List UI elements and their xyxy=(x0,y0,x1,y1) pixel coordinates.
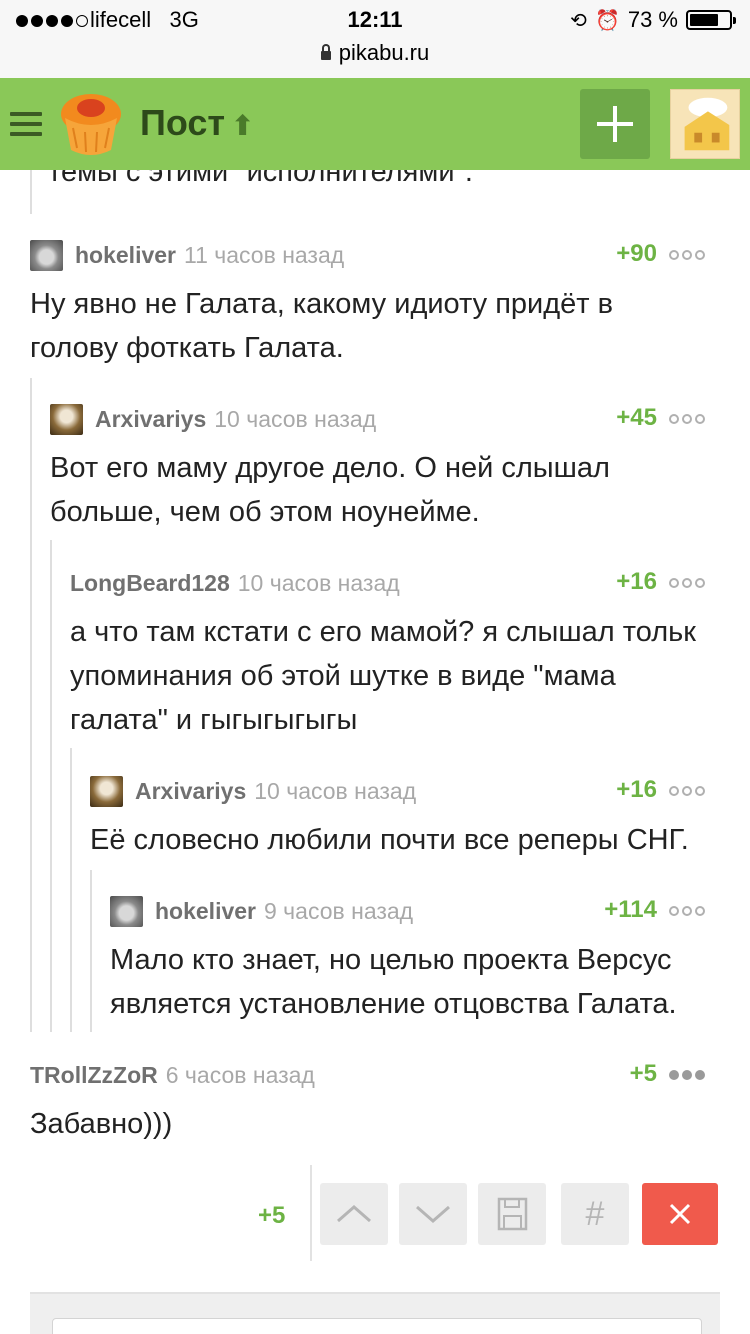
comments-section: темы с этими "исполнителями". hokeliver … xyxy=(0,156,750,1334)
more-options-icon[interactable] xyxy=(669,250,705,260)
comment-text: Вот его маму другое дело. О ней слышал б… xyxy=(50,452,610,528)
upvote-button[interactable] xyxy=(320,1183,388,1245)
comment: hokeliver 9 часов назад +114 Мало кто зн… xyxy=(110,895,705,1026)
url-text: pikabu.ru xyxy=(338,40,430,65)
comment-time: 10 часов назад xyxy=(254,777,417,804)
alarm-icon: ⏰ xyxy=(594,9,620,32)
user-avatar[interactable] xyxy=(670,89,740,159)
comment-author[interactable]: LongBeard128 xyxy=(70,570,230,597)
comment-author[interactable]: hokeliver xyxy=(75,242,176,269)
more-options-icon[interactable] xyxy=(669,1070,705,1080)
hamburger-icon[interactable] xyxy=(10,112,42,136)
thread-line xyxy=(90,870,92,1032)
comment-score: +16 xyxy=(616,776,657,803)
chevron-up-icon xyxy=(337,1205,371,1223)
comment-score: +45 xyxy=(616,404,657,431)
battery-icon xyxy=(686,10,736,30)
address-bar[interactable]: pikabu.ru xyxy=(0,40,750,66)
comment: Arxivariys 10 часов назад +16 Её словесн… xyxy=(90,775,705,862)
comment-score: +114 xyxy=(604,896,657,923)
comment-time: 10 часов назад xyxy=(214,405,377,432)
close-button[interactable] xyxy=(642,1183,718,1245)
comment-text: Её словесно любили почти все реперы СНГ. xyxy=(90,824,689,856)
comment-author[interactable]: Arxivariys xyxy=(95,406,206,433)
top-nav: Пост ⬆ xyxy=(0,78,750,170)
chevron-down-icon xyxy=(416,1205,450,1223)
avatar[interactable] xyxy=(30,239,63,271)
comment-author[interactable]: Arxivariys xyxy=(135,778,246,805)
comment-time: 11 часов назад xyxy=(184,241,345,268)
comment-author[interactable]: TRollZzZoR xyxy=(30,1062,158,1089)
comment-text: Мало кто знает, но целью проекта Версус … xyxy=(110,944,677,1020)
thread-line xyxy=(30,170,32,214)
post-rating: +5 xyxy=(258,1202,286,1229)
comment-score: +90 xyxy=(616,240,657,267)
pikabu-logo[interactable] xyxy=(55,88,125,160)
comment-score: +16 xyxy=(616,568,657,595)
comment-text: Забавно))) xyxy=(30,1108,173,1140)
reply-area xyxy=(30,1292,720,1334)
more-options-icon[interactable] xyxy=(669,786,705,796)
more-options-icon[interactable] xyxy=(669,578,705,588)
arrow-up-icon: ⬆ xyxy=(231,110,255,141)
close-icon xyxy=(669,1203,691,1225)
comment: Arxivariys 10 часов назад +45 Вот его ма… xyxy=(50,403,705,534)
floppy-disk-icon xyxy=(497,1197,528,1231)
more-options-icon[interactable] xyxy=(669,414,705,424)
downvote-button[interactable] xyxy=(399,1183,467,1245)
page-title: Пост ⬆ xyxy=(140,102,255,143)
comment-time: 6 часов назад xyxy=(165,1061,315,1088)
comment-score: +5 xyxy=(629,1060,657,1087)
divider xyxy=(310,1165,312,1261)
status-bar: lifecell 3G 12:11 ⟲ ⏰ 73 % pikabu.ru xyxy=(0,0,750,78)
comment-time: 9 часов назад xyxy=(264,897,414,924)
add-post-button[interactable] xyxy=(580,89,650,159)
comment-text: а что там кстати с его мамой? я слышал т… xyxy=(70,616,696,736)
comment: LongBeard128 10 часов назад +16 а что та… xyxy=(70,568,705,742)
save-button[interactable] xyxy=(478,1183,546,1245)
comment: hokeliver 11 часов назад +90 Ну явно не … xyxy=(30,239,705,370)
comment-text: Ну явно не Галата, какому идиоту придёт … xyxy=(30,288,614,364)
more-options-icon[interactable] xyxy=(669,906,705,916)
avatar[interactable] xyxy=(90,775,123,807)
hash-icon: # xyxy=(585,1195,605,1233)
avatar[interactable] xyxy=(110,895,143,927)
avatar[interactable] xyxy=(50,403,83,435)
comment-input[interactable] xyxy=(52,1318,702,1334)
rotation-lock-icon: ⟲ xyxy=(570,9,587,32)
comment-author[interactable]: hokeliver xyxy=(155,898,256,925)
hash-button[interactable]: # xyxy=(561,1183,629,1245)
lock-icon xyxy=(320,44,331,60)
comment-time: 10 часов назад xyxy=(237,569,400,596)
thread-line xyxy=(50,540,52,1032)
thread-line xyxy=(30,378,32,1032)
battery-percent: 73 % xyxy=(627,7,678,32)
thread-line xyxy=(70,748,72,1032)
comment: TRollZzZoR 6 часов назад +5 Забавно))) xyxy=(30,1060,705,1146)
